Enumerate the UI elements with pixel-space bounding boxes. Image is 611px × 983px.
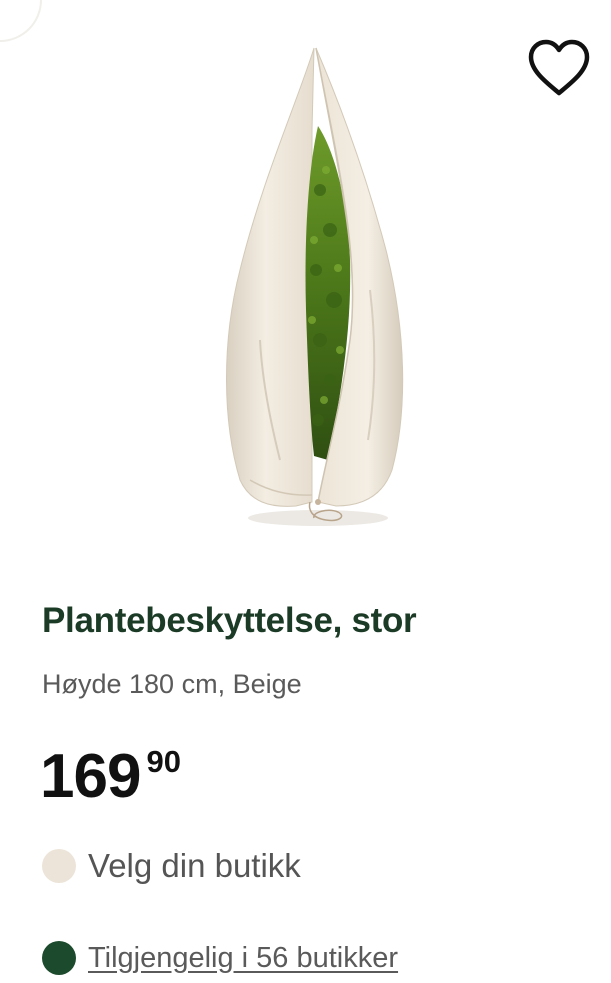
card-corner-decoration <box>0 0 40 40</box>
select-store-row[interactable]: Velg din butikk <box>42 844 301 888</box>
heart-icon <box>528 39 590 96</box>
product-description: Høyde 180 cm, Beige <box>42 669 302 699</box>
price-decimal: 90 <box>146 744 181 779</box>
store-status-dot-icon <box>42 849 76 883</box>
product-title[interactable]: Plantebeskyttelse, stor <box>42 601 417 641</box>
availability-link[interactable]: Tilgjengelig i 56 butikker <box>88 942 398 975</box>
select-store-label[interactable]: Velg din butikk <box>88 847 301 885</box>
availability-row[interactable]: Tilgjengelig i 56 butikker <box>42 936 398 980</box>
product-price: 169 90 <box>40 742 181 812</box>
plant-cover-illustration <box>226 47 404 526</box>
product-card[interactable]: Plantebeskyttelse, stor Høyde 180 cm, Be… <box>0 0 611 983</box>
product-image[interactable] <box>200 40 430 540</box>
price-integer: 169 <box>40 742 141 811</box>
favorite-button[interactable] <box>524 36 594 100</box>
availability-dot-icon <box>42 941 76 975</box>
